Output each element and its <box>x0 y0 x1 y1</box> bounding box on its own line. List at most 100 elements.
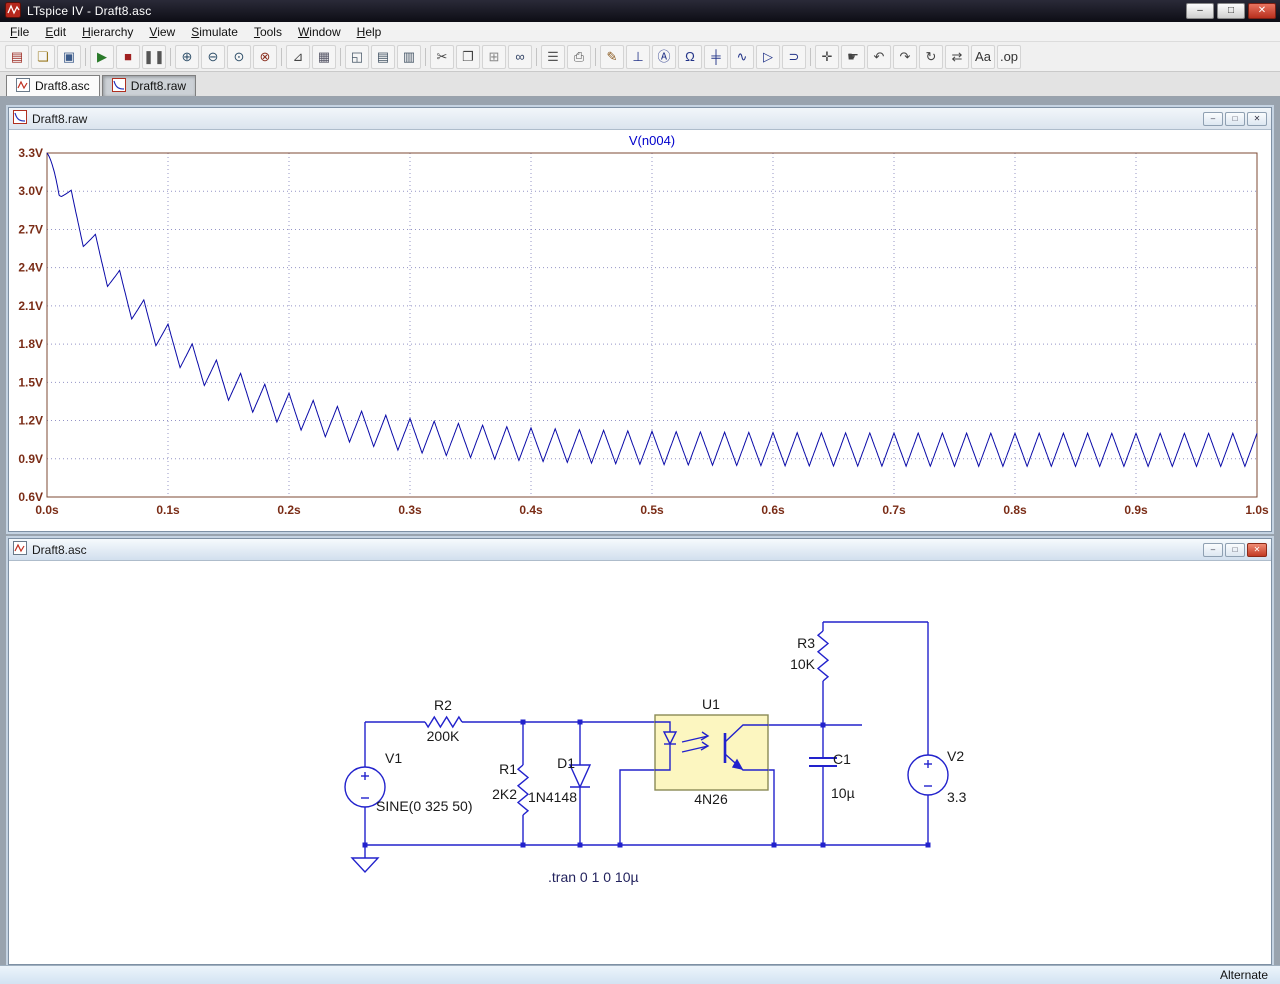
toolbar-separator <box>533 45 540 69</box>
component-value[interactable]: 2K2 <box>492 786 517 802</box>
label-net-button[interactable]: Ⓐ <box>652 44 676 69</box>
resistor-symbol[interactable] <box>424 715 463 729</box>
toolbar-separator <box>807 45 814 69</box>
waveform-minimize-button[interactable]: – <box>1203 111 1223 126</box>
app-window: LTspice IV - Draft8.asc – □ ✕ File Edit Hi… <box>0 0 1280 984</box>
schematic-close-button[interactable]: ✕ <box>1247 542 1267 557</box>
drag-button[interactable]: ☛ <box>841 44 865 69</box>
text-button[interactable]: Aa <box>971 44 995 69</box>
spice-directive-button[interactable]: .op <box>997 44 1021 69</box>
spice-directive-text[interactable]: .tran 0 1 0 10µ <box>548 869 639 885</box>
tab-label: Draft8.asc <box>35 79 90 93</box>
component-name[interactable]: V2 <box>947 748 964 764</box>
maximize-button[interactable]: □ <box>1217 3 1245 19</box>
grid-button[interactable]: ▦ <box>312 44 336 69</box>
component-U1[interactable] <box>654 714 769 791</box>
open-file-button[interactable]: ❏ <box>31 44 55 69</box>
place-component-button[interactable]: ⊃ <box>782 44 806 69</box>
run-simulation-button[interactable]: ▶ <box>90 44 114 69</box>
wire[interactable] <box>768 769 775 845</box>
component-V2[interactable] <box>907 754 949 796</box>
paste-button[interactable]: ⊞ <box>482 44 506 69</box>
component-value[interactable]: 10K <box>790 656 816 672</box>
optocoupler-body[interactable] <box>654 714 769 791</box>
menu-file[interactable]: File <box>2 23 37 41</box>
menu-window[interactable]: Window <box>290 23 349 41</box>
component-name[interactable]: D1 <box>557 755 575 771</box>
component-R2[interactable] <box>424 715 463 729</box>
component-value[interactable]: 4N26 <box>694 791 728 807</box>
move-icon: ✛ <box>821 49 833 64</box>
component-name[interactable]: V1 <box>385 750 402 766</box>
zoom-out-button[interactable]: ⊙ <box>227 44 251 69</box>
waveform-close-button[interactable]: ✕ <box>1247 111 1267 126</box>
zoom-area-button[interactable]: ⊕ <box>175 44 199 69</box>
resistor-symbol[interactable] <box>816 630 830 682</box>
minimize-button[interactable]: – <box>1186 3 1214 19</box>
menu-simulate[interactable]: Simulate <box>183 23 246 41</box>
halt-simulation-button[interactable]: ■ <box>116 44 140 69</box>
y-tick-label: 2.1V <box>18 299 43 313</box>
print-preview-button[interactable]: ☰ <box>541 44 565 69</box>
place-inductor-button[interactable]: ∿ <box>730 44 754 69</box>
mirror-button[interactable]: ⇄ <box>945 44 969 69</box>
component-value[interactable]: SINE(0 325 50) <box>376 798 473 814</box>
new-schematic-button[interactable]: ▤ <box>5 44 29 69</box>
zoom-back-button[interactable]: ⊖ <box>201 44 225 69</box>
copy-button[interactable]: ❐ <box>456 44 480 69</box>
component-name[interactable]: U1 <box>702 696 720 712</box>
component-value[interactable]: 200K <box>427 728 460 744</box>
component-R1[interactable] <box>516 764 530 816</box>
component-name[interactable]: R3 <box>797 635 815 651</box>
place-resistor-button[interactable]: Ω <box>678 44 702 69</box>
menu-tools[interactable]: Tools <box>246 23 290 41</box>
move-button[interactable]: ✛ <box>815 44 839 69</box>
component-value[interactable]: 10µ <box>831 785 855 801</box>
component-name[interactable]: R2 <box>434 697 452 713</box>
pause-simulation-button[interactable]: ❚❚ <box>142 44 166 69</box>
wire[interactable] <box>619 769 655 845</box>
junction-dot <box>617 842 623 848</box>
menu-edit[interactable]: Edit <box>37 23 74 41</box>
menu-help[interactable]: Help <box>349 23 390 41</box>
place-capacitor-button[interactable]: ╪ <box>704 44 728 69</box>
print-button[interactable]: ⎙ <box>567 44 591 69</box>
schematic-canvas[interactable]: V1 SINE(0 325 50) R2 200K R1 2K2 D1 1N4148 U1 4N2… <box>9 561 1271 964</box>
tile-horizontal-button[interactable]: ▤ <box>371 44 395 69</box>
save-file-button[interactable]: ▣ <box>57 44 81 69</box>
waveform-plot[interactable]: 0.0s 0.1s 0.2s 0.3s 0.4s 0.5s 0.6s 0.7s 0.8s 0.9s… <box>9 130 1271 531</box>
ground-symbol[interactable] <box>350 857 380 874</box>
menu-view[interactable]: View <box>141 23 183 41</box>
redo-button[interactable]: ↷ <box>893 44 917 69</box>
tab-draft8-asc[interactable]: Draft8.asc <box>6 75 100 96</box>
place-diode-button[interactable]: ▷ <box>756 44 780 69</box>
resistor-symbol[interactable] <box>516 764 530 816</box>
schematic-maximize-button[interactable]: □ <box>1225 542 1245 557</box>
schematic-minimize-button[interactable]: – <box>1203 542 1223 557</box>
tile-vertical-button[interactable]: ▥ <box>397 44 421 69</box>
autorange-button[interactable]: ⊿ <box>286 44 310 69</box>
undo-button[interactable]: ↶ <box>867 44 891 69</box>
component-value[interactable]: 3.3 <box>947 789 967 805</box>
waveform-plot-area: 0.0s 0.1s 0.2s 0.3s 0.4s 0.5s 0.6s 0.7s 0.8s 0.9s… <box>9 130 1271 531</box>
component-name[interactable]: R1 <box>499 761 517 777</box>
component-R3[interactable] <box>816 630 830 682</box>
find-button[interactable]: ∞ <box>508 44 532 69</box>
place-ground-button[interactable]: ⊥ <box>626 44 650 69</box>
component-name[interactable]: C1 <box>833 751 851 767</box>
rotate-icon: ↻ <box>925 49 937 64</box>
draw-wire-button[interactable]: ✎ <box>600 44 624 69</box>
waveform-maximize-button[interactable]: □ <box>1225 111 1245 126</box>
rotate-button[interactable]: ↻ <box>919 44 943 69</box>
schematic-window-titlebar[interactable]: Draft8.asc – □ ✕ <box>9 539 1271 561</box>
zoom-full-extents-button[interactable]: ⊗ <box>253 44 277 69</box>
waveform-window-titlebar[interactable]: Draft8.raw – □ ✕ <box>9 108 1271 130</box>
cut-button[interactable]: ✂ <box>430 44 454 69</box>
menu-hierarchy[interactable]: Hierarchy <box>74 23 141 41</box>
y-tick-label: 1.2V <box>18 414 43 428</box>
tab-draft8-raw[interactable]: Draft8.raw <box>101 75 197 96</box>
x-tick-label: 0.0s <box>35 503 59 517</box>
close-button[interactable]: ✕ <box>1248 3 1276 19</box>
cascade-windows-button[interactable]: ◱ <box>345 44 369 69</box>
component-value[interactable]: 1N4148 <box>528 789 577 805</box>
